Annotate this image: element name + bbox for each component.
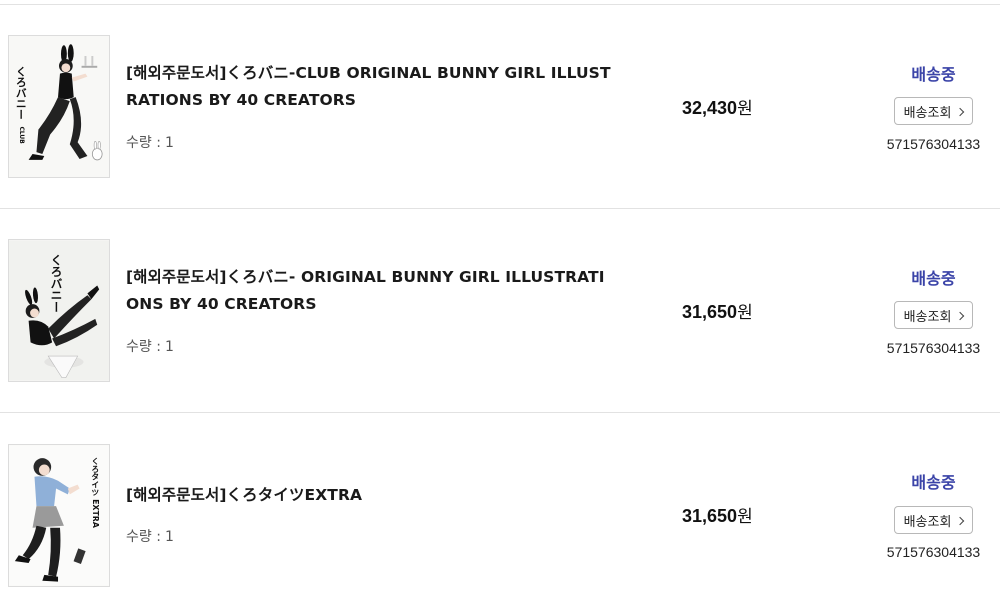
order-item: くろバニー CLUB [해외주문도서]くろバニ-CLUB ORIGINAL BU… — [0, 5, 1000, 209]
tracking-number: 571576304133 — [886, 136, 981, 152]
chevron-right-icon — [956, 516, 965, 525]
quantity: 수량 :1 — [126, 336, 174, 356]
track-shipment-label: 배송조회 — [903, 105, 952, 121]
order-list: くろバニー CLUB [해외주문도서]くろバニ-CLUB ORIGINAL BU… — [0, 0, 1000, 612]
book-cover-image[interactable]: くろバニー — [8, 239, 110, 382]
svg-text:くろバニー: くろバニー — [49, 254, 63, 313]
book-cover-image[interactable]: くろタイツ EXTRA — [8, 444, 110, 587]
shipping-status: 배송중 — [911, 473, 956, 492]
svg-text:くろタイツ EXTRA: くろタイツ EXTRA — [91, 457, 100, 529]
track-shipment-button[interactable]: 배송조회 — [894, 97, 973, 125]
quantity: 수량 :1 — [126, 526, 174, 546]
track-shipment-label: 배송조회 — [903, 514, 952, 530]
order-item: くろタイツ EXTRA [해외주문도서]くろタイツEXTRA 수량 :1 31,… — [0, 413, 1000, 612]
price: 31,650원 — [682, 298, 753, 323]
price-value: 32,430 — [682, 98, 738, 118]
book-cover-art: くろタイツ EXTRA — [9, 445, 109, 586]
book-cover-art: くろバニー — [9, 240, 109, 381]
quantity-label: 수량 : — [126, 529, 161, 545]
chevron-right-icon — [956, 107, 965, 116]
book-cover-art: くろバニー CLUB — [9, 36, 109, 177]
quantity: 수량 :1 — [126, 132, 174, 152]
price: 31,650원 — [682, 502, 753, 527]
shipping-status: 배송중 — [911, 269, 956, 288]
product-title[interactable]: [해외주문도서]くろバニ- ORIGINAL BUNNY GIRL ILLUST… — [126, 264, 616, 318]
book-cover-image[interactable]: くろバニー CLUB — [8, 35, 110, 178]
quantity-value: 1 — [164, 529, 174, 545]
price-unit: 원 — [737, 303, 753, 322]
price-value: 31,650 — [682, 302, 738, 322]
track-shipment-button[interactable]: 배송조회 — [894, 506, 973, 534]
product-title[interactable]: [해외주문도서]くろタイツEXTRA — [126, 482, 616, 509]
price: 32,430원 — [682, 94, 753, 119]
price-value: 31,650 — [682, 506, 738, 526]
svg-text:くろバニー: くろバニー — [14, 66, 27, 120]
shipping-status: 배송중 — [911, 65, 956, 84]
tracking-number: 571576304133 — [886, 340, 981, 356]
quantity-label: 수량 : — [126, 339, 161, 355]
svg-text:CLUB: CLUB — [18, 127, 24, 145]
quantity-value: 1 — [164, 339, 174, 355]
track-shipment-button[interactable]: 배송조회 — [894, 301, 973, 329]
price-unit: 원 — [737, 99, 753, 118]
quantity-label: 수량 : — [126, 135, 161, 151]
tracking-number: 571576304133 — [886, 544, 981, 560]
order-item: くろバニー [해외주문도서]くろバニ- ORIGINAL BUNNY GIRL … — [0, 209, 1000, 413]
chevron-right-icon — [956, 311, 965, 320]
track-shipment-label: 배송조회 — [903, 309, 952, 325]
price-unit: 원 — [737, 507, 753, 526]
quantity-value: 1 — [164, 135, 174, 151]
product-title[interactable]: [해외주문도서]くろバニ-CLUB ORIGINAL BUNNY GIRL IL… — [126, 60, 616, 114]
